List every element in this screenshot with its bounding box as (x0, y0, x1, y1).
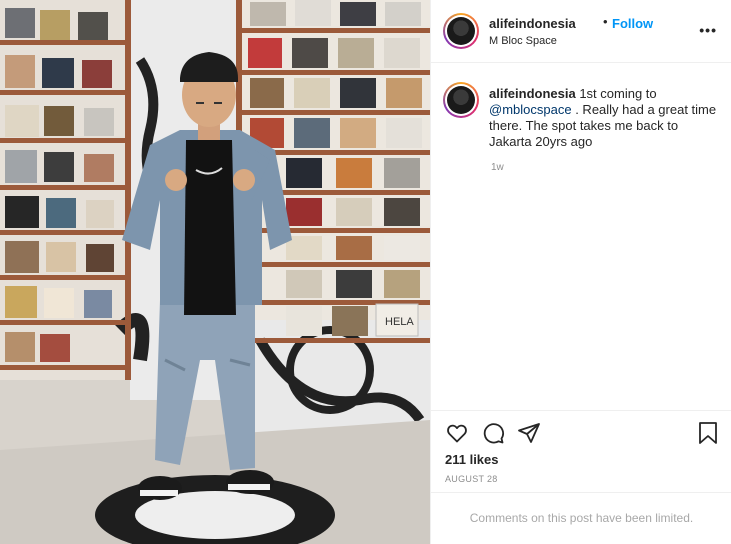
mention-link[interactable]: @mblocspace (489, 102, 572, 117)
post-author-username[interactable]: alifeindonesia (489, 16, 576, 31)
likes-count[interactable]: 211 likes (445, 452, 499, 467)
heart-icon[interactable] (445, 421, 469, 450)
avatar[interactable] (443, 13, 479, 49)
separator-dot: • (603, 14, 608, 29)
action-bar (431, 410, 731, 455)
post-header: alifeindonesia • Follow M Bloc Space ••• (431, 0, 731, 63)
record-label-hela: HELA (385, 316, 414, 328)
comments-limited-notice: Comments on this post have been limited. (431, 492, 731, 544)
post-date[interactable]: AUGUST 28 (445, 474, 498, 484)
post-location[interactable]: M Bloc Space (489, 35, 557, 47)
more-options-icon[interactable]: ••• (699, 22, 717, 38)
comment-timestamp[interactable]: 1w (491, 162, 504, 173)
caption-text: alifeindonesia 1st coming to @mblocspace… (489, 86, 719, 150)
share-icon[interactable] (517, 421, 541, 450)
post-photo[interactable]: HELA (0, 0, 430, 544)
caption-part-1: 1st coming to (579, 86, 657, 101)
bookmark-icon[interactable] (697, 421, 719, 450)
follow-button[interactable]: Follow (612, 16, 653, 31)
comment-username[interactable]: alifeindonesia (489, 86, 576, 101)
comment-icon[interactable] (481, 421, 505, 450)
comment-avatar[interactable] (443, 82, 479, 118)
post-side-panel: alifeindonesia • Follow M Bloc Space •••… (430, 0, 731, 544)
